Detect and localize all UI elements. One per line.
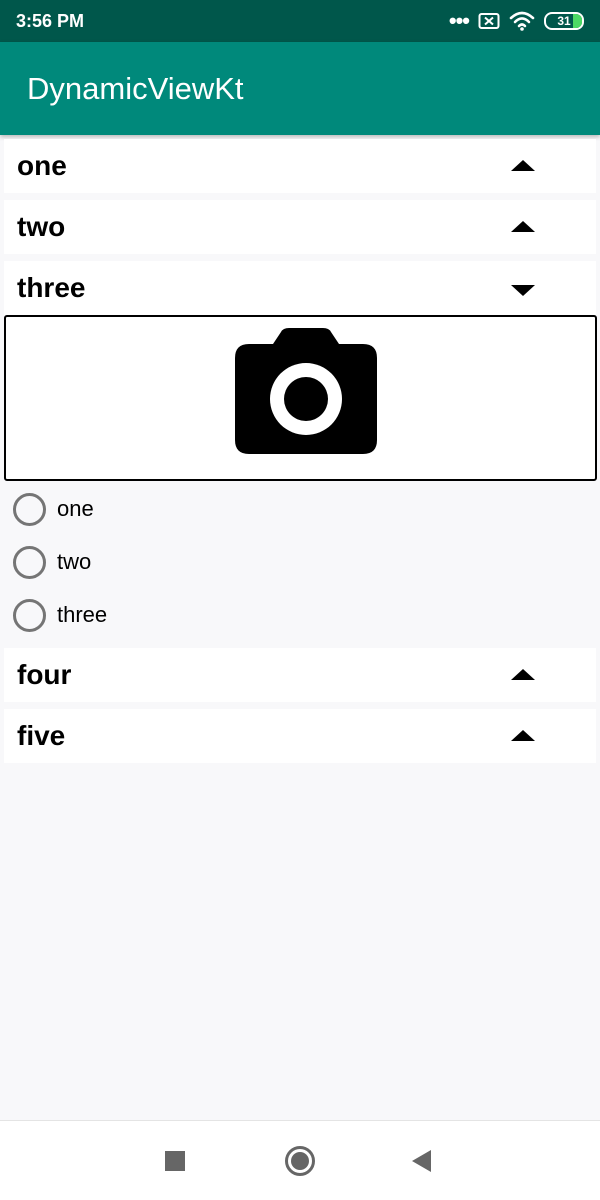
home-icon[interactable] (285, 1146, 315, 1176)
app-title: DynamicViewKt (27, 70, 244, 106)
section-header-four[interactable]: four (4, 648, 596, 702)
section-header-three[interactable]: three (4, 261, 596, 315)
battery-level: 31 (557, 14, 571, 28)
radio-option-two[interactable]: two (13, 544, 91, 580)
camera-icon (235, 328, 377, 454)
back-icon[interactable] (412, 1150, 431, 1172)
radio-button[interactable] (13, 492, 46, 526)
section-title: five (17, 720, 66, 751)
section-title: one (17, 150, 67, 181)
expand-arrow-icon[interactable] (511, 221, 535, 232)
no-sim-icon (478, 13, 500, 29)
image-picker[interactable] (4, 315, 597, 481)
section-header-five[interactable]: five (4, 709, 596, 763)
section-title: four (17, 659, 72, 690)
radio-button[interactable] (13, 598, 46, 632)
status-bar: 3:56 PM ••• 31 (0, 0, 600, 42)
radio-option-one[interactable]: one (13, 491, 94, 527)
expand-arrow-icon[interactable] (511, 669, 535, 680)
wifi-icon (509, 11, 535, 31)
expand-arrow-icon[interactable] (511, 160, 535, 171)
section-title: two (17, 211, 66, 242)
radio-label: three (57, 602, 108, 627)
collapse-arrow-icon[interactable] (511, 285, 535, 296)
section-title: three (17, 272, 86, 303)
radio-label: two (57, 549, 92, 574)
section-header-one[interactable]: one (4, 139, 596, 193)
radio-button[interactable] (13, 545, 46, 579)
radio-option-three[interactable]: three (13, 597, 107, 633)
navigation-bar (0, 1120, 600, 1200)
app-bar: DynamicViewKt (0, 42, 600, 135)
status-time: 3:56 PM (16, 10, 85, 31)
battery-icon: 31 (544, 12, 584, 30)
expand-arrow-icon[interactable] (511, 730, 535, 741)
section-header-two[interactable]: two (4, 200, 596, 254)
more-icon: ••• (448, 8, 470, 33)
radio-label: one (57, 496, 94, 521)
status-icons: ••• 31 (448, 8, 584, 33)
recents-icon[interactable] (165, 1151, 185, 1171)
